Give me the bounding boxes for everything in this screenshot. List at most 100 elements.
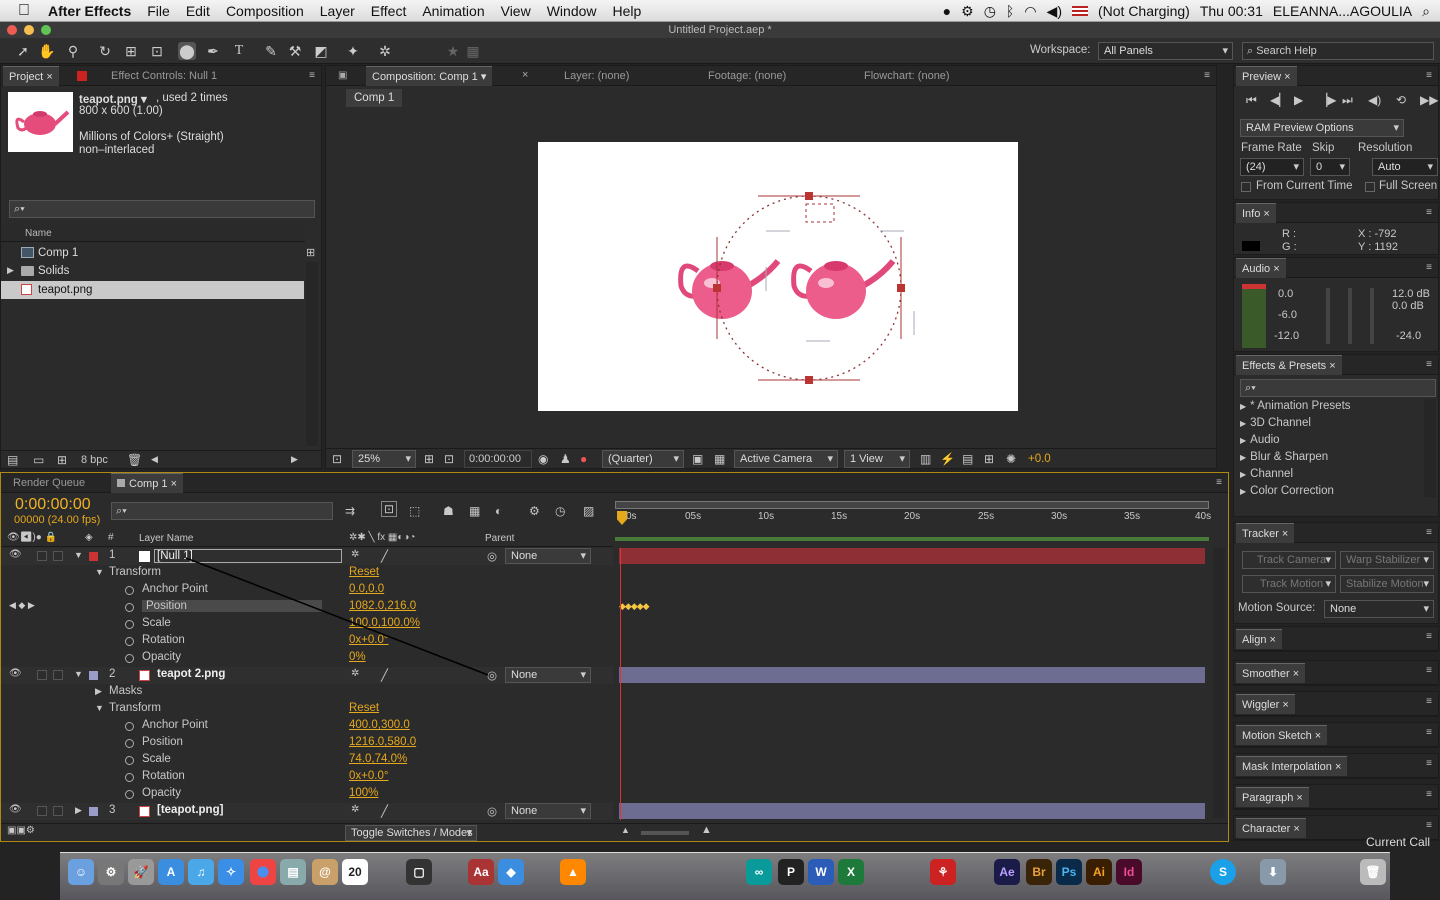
property-row[interactable]: ▼ Transform Reset [1,701,613,718]
layer-bar-teapot[interactable] [619,803,1205,819]
comp-breadcrumb[interactable]: Comp 1 [346,89,403,107]
keyframe-navigator[interactable]: ◀ ◆ ▶ [9,600,35,611]
track-motion-button[interactable]: Track Motion [1242,575,1336,593]
playhead-marker[interactable] [617,511,627,525]
effects-item-channel[interactable]: ▶ Channel [1234,468,1422,485]
clone-stamp-tool-icon[interactable]: ⚒ [286,42,304,60]
volume-icon[interactable]: ◀) [1047,3,1062,20]
menu-window[interactable]: Window [539,3,605,19]
property-value[interactable]: 0.0,0.0 [349,583,384,595]
panel-menu-icon[interactable]: ≡ [1426,758,1432,769]
user-name[interactable]: ELEANNA...AGOULIA [1273,3,1412,19]
powerpoint-icon[interactable]: P [778,859,804,885]
panel-menu-icon[interactable]: ≡ [1216,477,1222,488]
current-time-indicator[interactable] [620,548,621,820]
photoshop-icon[interactable]: Ps [1056,859,1082,885]
comp-canvas[interactable] [326,111,1216,447]
layer-bar-null-1[interactable] [619,548,1205,564]
tab-audio[interactable]: Audio × [1236,258,1286,278]
layer-label-color[interactable] [89,552,98,561]
property-row[interactable]: Anchor Point 0.0,0.0 [1,582,613,599]
stabilize-motion-button[interactable]: Stabilize Motion [1340,575,1434,593]
layer-name[interactable]: teapot 2.png [157,668,225,680]
scroll-right-icon[interactable]: ▶ [291,454,298,465]
comp-viewer[interactable] [326,111,1216,447]
panel-menu-icon[interactable]: ≡ [1204,70,1210,81]
menu-file[interactable]: File [139,3,178,19]
panel-menu-icon[interactable]: ≡ [1426,207,1432,218]
stopwatch-icon[interactable] [125,637,134,646]
tab-effects-presets[interactable]: Effects & Presets × [1236,355,1342,375]
expand-triangle-icon[interactable]: ▼ [74,669,83,679]
battery-status[interactable]: (Not Charging) [1098,3,1190,19]
property-value[interactable]: 0x+0.0° [349,770,388,782]
eraser-tool-icon[interactable]: ◩ [312,42,330,60]
frame-blending-icon[interactable]: ▦ [469,504,480,518]
apple-icon[interactable]:  [0,2,38,20]
track-area[interactable]: ◆◆◆◆◆ [615,548,1213,820]
expand-collapse-icon[interactable]: ▣▣⚙ [7,825,35,836]
scroll-left-icon[interactable]: ◀ [151,454,158,465]
property-row[interactable]: Scale 74.0,74.0% [1,752,613,769]
dropbox-icon[interactable]: ◆ [498,859,524,885]
play-icon[interactable]: ▶ [1294,93,1303,107]
terminal-icon[interactable]: ▢ [406,859,432,885]
menu-help[interactable]: Help [605,3,650,19]
first-frame-icon[interactable]: ⏮ [1246,93,1257,108]
layer-name-column[interactable]: Layer Name [139,533,193,544]
tab-info[interactable]: Info × [1236,203,1276,223]
project-search-input[interactable]: ⌕▾ [9,200,315,218]
stopwatch-icon[interactable] [125,620,134,629]
property-value[interactable]: 1082.0,216.0 [349,600,416,612]
frame-rate-dropdown[interactable]: (24) [1240,158,1304,176]
menu-composition[interactable]: Composition [218,3,312,19]
flag-icon[interactable] [1071,6,1088,16]
solo-switch[interactable] [37,806,47,816]
tab-flowchart[interactable]: Flowchart: (none) [858,66,956,86]
app-menu[interactable]: After Effects [38,3,139,19]
stopwatch-icon[interactable] [125,722,134,731]
tab-footage[interactable]: Footage: (none) [702,66,792,86]
property-row[interactable]: Anchor Point 400.0,300.0 [1,718,613,735]
wifi-icon[interactable]: ◠ [1024,3,1036,20]
tab-character[interactable]: Character × [1236,818,1306,838]
zoom-out-icon[interactable]: ▲ [621,825,630,835]
menu-animation[interactable]: Animation [414,3,492,19]
chrome-icon[interactable] [250,859,276,885]
time-machine-icon[interactable]: ◷ [984,3,996,20]
layer-name[interactable]: [teapot.png] [157,804,223,816]
contacts-icon[interactable]: @ [312,859,338,885]
layer-row-teapot[interactable]: 👁 ▶ 3 [teapot.png] ✲ ╱ ◎ None [1,803,613,820]
brainstorm-icon[interactable]: ⚙ [529,504,540,518]
pen-tool-icon[interactable]: ✒ [204,42,222,60]
audio-slider-right[interactable] [1370,288,1374,344]
property-row[interactable]: Position 1082.0,216.0 ◀ ◆ ▶ [1,599,613,616]
audio-icon[interactable]: ◀) [1368,93,1381,107]
selection-tool-icon[interactable]: ➚ [14,42,32,60]
property-row[interactable]: Opacity 100% [1,786,613,803]
zoom-slider[interactable] [641,831,689,835]
work-area-bar[interactable] [615,501,1209,509]
quality-switch-icon[interactable]: ╱ [381,804,388,818]
stopwatch-icon[interactable] [125,756,134,765]
toggle-switches-modes-button[interactable]: Toggle Switches / Modes [345,825,477,841]
shy-switch-icon[interactable]: ✲ [351,668,359,679]
layer-label-color[interactable] [89,807,98,816]
itunes-icon[interactable]: ♫ [188,859,214,885]
stopwatch-icon[interactable] [125,586,134,595]
rotate-tool-icon[interactable]: ↻ [96,42,114,60]
property-value[interactable]: Reset [349,702,379,714]
quality-switch-icon[interactable]: ╱ [381,549,388,563]
safe-zones-icon[interactable]: ⊞ [424,452,434,466]
region-of-interest-icon[interactable]: ▣ [692,452,703,466]
pickwhip-icon[interactable]: ◎ [487,804,497,818]
pickwhip-icon[interactable]: ◎ [487,549,497,563]
expand-triangle-icon[interactable]: ▶ [95,686,102,697]
expand-triangle-icon[interactable]: ▶ [75,805,82,816]
property-row[interactable]: ▶ Masks [1,684,613,701]
lock-switch[interactable] [53,670,63,680]
layer-name[interactable]: [Null 1] [154,549,342,563]
tab-layer[interactable]: Layer: (none) [558,66,635,86]
composition-mini-flowchart-icon[interactable]: ⇉ [345,504,355,518]
hand-tool-icon[interactable]: ✋ [38,42,56,60]
